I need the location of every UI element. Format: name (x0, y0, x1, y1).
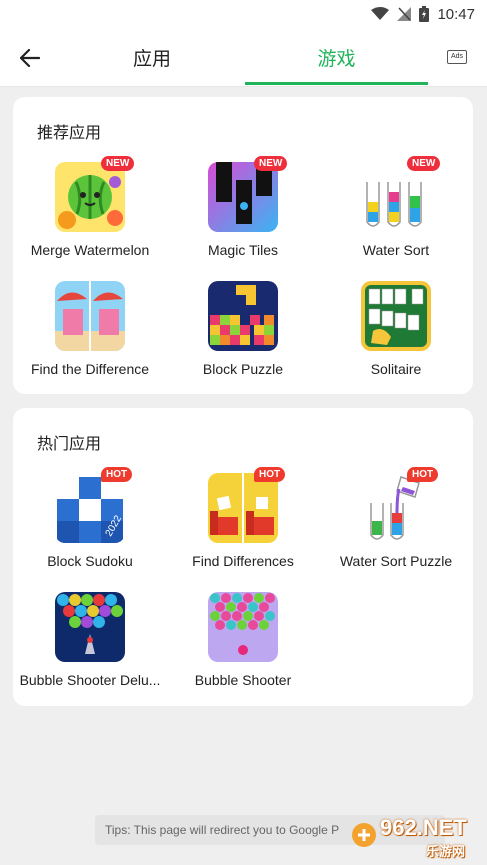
status-time: 10:47 (437, 5, 475, 23)
bubble-deluxe-icon (55, 592, 125, 662)
pouring-tubes-icon (361, 473, 431, 543)
app-name: Water Sort Puzzle (339, 553, 453, 569)
app-name: Magic Tiles (207, 242, 279, 258)
app-tile-water-sort[interactable]: NEW Water Sort (321, 156, 471, 274)
ads-button[interactable]: Ads (447, 50, 467, 64)
blue-blocks-icon: 2022 (55, 473, 125, 543)
wifi-icon (371, 7, 390, 20)
gem-blocks-icon (208, 281, 278, 351)
battery-icon (419, 6, 430, 22)
hot-badge: HOT (254, 467, 286, 482)
app-tile-block-puzzle[interactable]: Block Puzzle (168, 281, 318, 393)
section-title: 热门应用 (37, 434, 102, 453)
app-name: Solitaire (370, 361, 422, 377)
recommended-section: 推荐应用 NEW Merge Watermelon NEW Magic Tile… (13, 97, 473, 394)
app-name: Find Differences (192, 553, 294, 569)
bubbles-icon (208, 592, 278, 662)
app-name: Block Puzzle (202, 361, 284, 377)
app-name: Merge Watermelon (30, 242, 150, 258)
red-sofa-icon (208, 473, 278, 543)
hot-badge: HOT (101, 467, 133, 482)
active-tab-indicator (245, 82, 428, 85)
signal-off-icon (397, 7, 412, 21)
watermark-number: 962.NET (380, 815, 467, 840)
app-tile-magic-tiles[interactable]: NEW Magic Tiles (168, 156, 318, 274)
section-title: 推荐应用 (37, 123, 102, 142)
app-tile-bubble-shooter[interactable]: Bubble Shooter (168, 592, 318, 704)
new-badge: NEW (254, 156, 288, 171)
piano-tiles-icon (208, 162, 278, 232)
tab-games[interactable]: 游戏 (245, 28, 428, 86)
app-tile-water-sort-puzzle[interactable]: HOT Water Sort Puzzle (321, 467, 471, 585)
app-name: Find the Difference (30, 361, 150, 377)
watermark-text: 乐游网 (426, 844, 466, 859)
app-tile-find-differences[interactable]: HOT Find Differences (168, 467, 318, 585)
beach-scene-icon (55, 281, 125, 351)
app-name: Block Sudoku (47, 553, 133, 569)
hot-badge: HOT (407, 467, 439, 482)
top-app-bar: 应用 游戏 Ads (0, 28, 487, 87)
app-tile-solitaire[interactable]: Solitaire (321, 281, 471, 393)
arrow-left-icon (20, 49, 40, 67)
status-bar: 10:47 (0, 0, 487, 28)
back-button[interactable] (14, 42, 46, 74)
app-tile-merge-watermelon[interactable]: NEW Merge Watermelon (15, 156, 165, 274)
playing-cards-icon (361, 281, 431, 351)
watermelon-icon (55, 162, 125, 232)
new-badge: NEW (407, 156, 441, 171)
site-watermark: 962.NET 乐游网 (350, 815, 485, 859)
app-tile-find-the-difference[interactable]: Find the Difference (15, 281, 165, 393)
tab-apps[interactable]: 应用 (92, 28, 212, 86)
new-badge: NEW (101, 156, 135, 171)
popular-section: 热门应用 2022 HOT Block Sudoku HOT Find Diff… (13, 408, 473, 706)
app-tile-block-sudoku[interactable]: 2022 HOT Block Sudoku (15, 467, 165, 585)
app-name: Water Sort (362, 242, 430, 258)
test-tubes-icon (361, 162, 431, 232)
app-name: Bubble Shooter (194, 672, 292, 688)
app-tile-bubble-shooter-deluxe[interactable]: Bubble Shooter Delu... (15, 592, 165, 704)
app-name: Bubble Shooter Delu... (19, 672, 161, 688)
